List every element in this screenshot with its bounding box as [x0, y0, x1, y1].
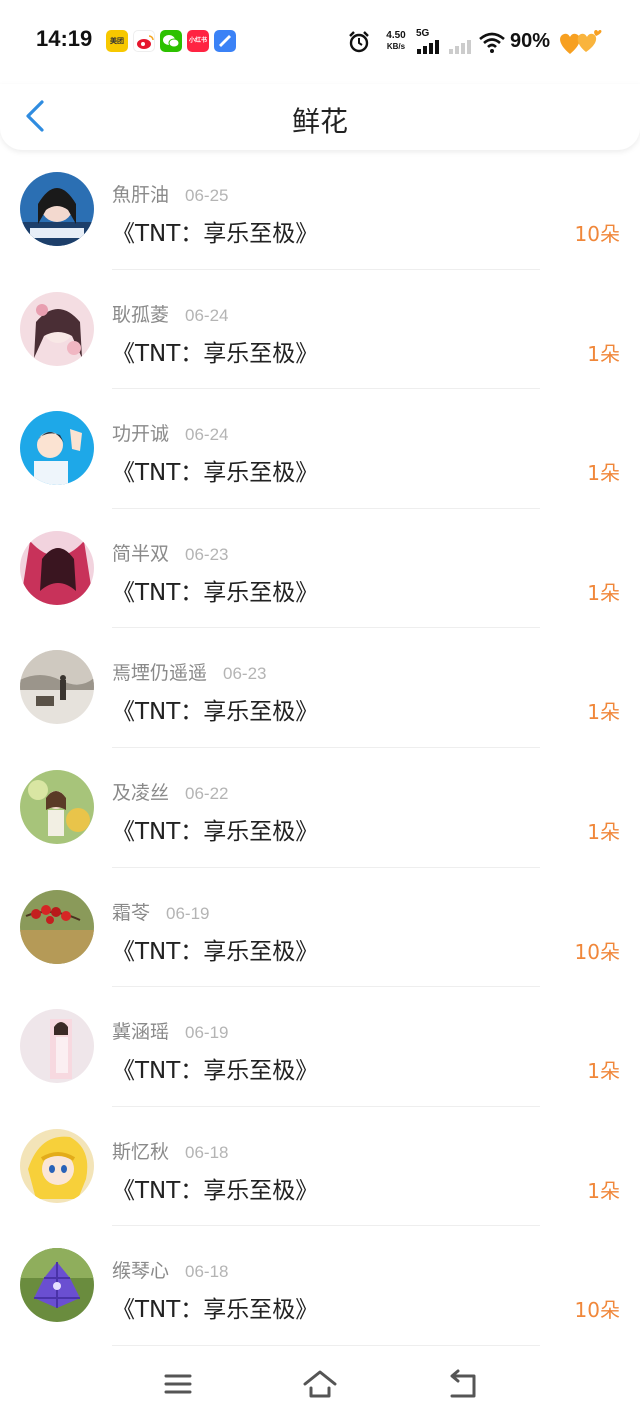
date: 06-18 — [185, 1262, 229, 1282]
flower-count: 10朵 — [574, 222, 620, 246]
flower-count: 1朵 — [587, 819, 620, 844]
user-name[interactable]: 斯忆秋 — [112, 1141, 169, 1163]
top-nav-bar: 鲜花 — [0, 84, 640, 150]
list-item[interactable]: 耿孤菱 06-24 《TNT：享乐至极》 1朵 — [0, 270, 640, 390]
user-name[interactable]: 简半双 — [112, 543, 169, 565]
user-name[interactable]: 功开诚 — [112, 423, 169, 445]
flower-count: 1朵 — [587, 700, 620, 725]
weibo-icon — [133, 30, 155, 52]
list-item[interactable]: 冀涵瑶 06-19 《TNT：享乐至极》 1朵 — [0, 987, 640, 1107]
flower-list: 魚肝油 06-25 《TNT：享乐至极》 10朵 耿孤菱 06-24 《TNT：享乐… — [0, 150, 640, 1346]
flower-count: 1朵 — [587, 1178, 620, 1203]
flower-count: 1朵 — [587, 461, 620, 486]
work-title: 《TNT：享乐至极》 — [112, 818, 319, 845]
home-button[interactable] — [302, 1368, 338, 1400]
avatar[interactable] — [20, 172, 94, 246]
wifi-icon — [479, 32, 505, 53]
flower-count: 1朵 — [587, 341, 620, 366]
date: 06-22 — [185, 783, 229, 803]
date: 06-24 — [185, 425, 229, 445]
list-item[interactable]: 魚肝油 06-25 《TNT：享乐至极》 10朵 — [0, 150, 640, 270]
user-name[interactable]: 霜苓 — [112, 902, 150, 924]
avatar[interactable] — [20, 769, 94, 844]
date: 06-24 — [185, 305, 229, 325]
date: 06-19 — [185, 1023, 229, 1043]
list-item[interactable]: 斯忆秋 06-18 《TNT：享乐至极》 1朵 — [0, 1107, 640, 1227]
back-icon — [450, 1369, 476, 1398]
list-item[interactable]: 功开诚 06-24 《TNT：享乐至极》 1朵 — [0, 389, 640, 509]
work-title: 《TNT：享乐至极》 — [112, 221, 319, 247]
avatar[interactable] — [20, 291, 94, 366]
avatar[interactable] — [20, 530, 94, 605]
list-item[interactable]: 焉堙仍遥遥 06-23 《TNT：享乐至极》 1朵 — [0, 628, 640, 748]
hearts-icon — [560, 30, 602, 54]
work-title: 《TNT：享乐至极》 — [112, 340, 319, 367]
xiaohongshu-icon: 小红书 — [187, 30, 209, 52]
divider — [112, 1344, 540, 1346]
list-item[interactable]: 及凌丝 06-22 《TNT：享乐至极》 1朵 — [0, 748, 640, 868]
system-nav-bar — [0, 1350, 640, 1422]
avatar[interactable] — [20, 1009, 94, 1084]
signal-icon — [417, 40, 439, 54]
avatar[interactable] — [20, 889, 94, 964]
status-bar: 14:19 美团 小红书 4.50 KB/s 5G 90% — [0, 0, 640, 84]
date: 06-18 — [185, 1142, 229, 1162]
flower-count: 1朵 — [587, 1059, 620, 1084]
date: 06-19 — [166, 903, 210, 923]
menu-icon — [164, 1374, 192, 1394]
flower-count: 10朵 — [574, 1298, 620, 1323]
work-title: 《TNT：享乐至极》 — [112, 460, 319, 487]
work-title: 《TNT：享乐至极》 — [112, 579, 319, 606]
status-time: 14:19 — [36, 26, 93, 51]
user-name[interactable]: 及凌丝 — [112, 782, 169, 804]
network-speed: 4.50 KB/s — [386, 30, 406, 51]
back-nav-button[interactable] — [444, 1368, 480, 1400]
user-name[interactable]: 魚肝油 — [112, 184, 169, 206]
user-name[interactable]: 缑琴心 — [112, 1260, 169, 1282]
list-item[interactable]: 缑琴心 06-18 《TNT：享乐至极》 10朵 — [0, 1226, 640, 1346]
list-item[interactable]: 简半双 06-23 《TNT：享乐至极》 1朵 — [0, 509, 640, 629]
app-icon-blue — [214, 30, 236, 52]
date: 06-23 — [223, 664, 267, 684]
battery-level: 90% — [510, 30, 551, 52]
flower-count: 1朵 — [587, 580, 620, 605]
work-title: 《TNT：享乐至极》 — [112, 938, 319, 965]
alarm-icon — [349, 31, 369, 53]
date: 06-23 — [185, 544, 229, 564]
avatar[interactable] — [20, 411, 94, 486]
avatar[interactable] — [20, 650, 94, 725]
work-title: 《TNT：享乐至极》 — [112, 1058, 319, 1085]
wechat-icon — [160, 30, 182, 52]
date: 06-25 — [185, 186, 229, 205]
user-name[interactable]: 焉堙仍遥遥 — [112, 662, 207, 684]
work-title: 《TNT：享乐至极》 — [112, 699, 319, 726]
user-name[interactable]: 耿孤菱 — [112, 304, 169, 326]
avatar[interactable] — [20, 1248, 94, 1323]
user-name[interactable]: 冀涵瑶 — [112, 1021, 169, 1043]
page-title: 鲜花 — [291, 105, 348, 138]
avatar[interactable] — [20, 1128, 94, 1203]
signal-secondary-icon — [449, 40, 471, 54]
work-title: 《TNT：享乐至极》 — [112, 1297, 319, 1324]
home-icon — [303, 1370, 337, 1398]
flower-count: 10朵 — [574, 939, 620, 964]
work-title: 《TNT：享乐至极》 — [112, 1177, 319, 1204]
menu-button[interactable] — [160, 1368, 196, 1400]
meituan-icon: 美团 — [106, 30, 128, 52]
list-item[interactable]: 霜苓 06-19 《TNT：享乐至极》 10朵 — [0, 868, 640, 988]
